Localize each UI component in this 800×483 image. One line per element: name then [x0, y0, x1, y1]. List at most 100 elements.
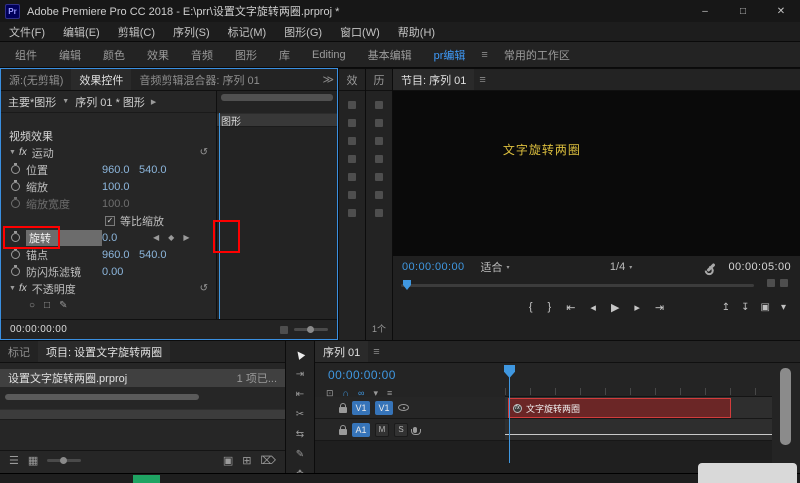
list-view-button[interactable]: ☰ — [9, 454, 19, 467]
tab-audio-clip-mixer[interactable]: 音频剪辑混合器: 序列 01 — [131, 69, 267, 90]
strip-icon[interactable] — [375, 155, 383, 163]
lock-icon[interactable] — [339, 402, 347, 413]
program-current-timecode[interactable]: 00:00:00:00 — [402, 261, 465, 273]
chevron-right-icon[interactable]: ▶ — [151, 98, 156, 106]
program-scrubber[interactable] — [401, 280, 754, 290]
strip-icon[interactable] — [348, 101, 356, 109]
step-back-button[interactable]: ◂ — [590, 301, 596, 314]
strip-icon[interactable] — [348, 191, 356, 199]
tab-sequence[interactable]: 序列 01 — [315, 341, 369, 362]
mark-in-button[interactable]: { — [529, 301, 533, 313]
rotation-value[interactable]: 0.0 — [102, 232, 139, 244]
reset-icon[interactable]: ↺ — [200, 147, 208, 158]
a1-target-badge[interactable]: A1 — [352, 422, 370, 437]
tab-program-monitor[interactable]: 节目: 序列 01 — [393, 69, 475, 90]
workspace-color[interactable]: 颜色 — [92, 47, 136, 63]
track-select-tool[interactable]: ⇥ — [296, 369, 304, 380]
playback-resolution-dropdown[interactable]: 1/4 ▾ — [610, 261, 632, 273]
play-button[interactable]: ▶ — [611, 301, 619, 314]
workspace-pr-edit-active[interactable]: pr编辑 — [423, 47, 477, 63]
strip-icon[interactable] — [375, 119, 383, 127]
pen-tool[interactable]: ✎ — [296, 449, 304, 460]
master-clip-label[interactable]: 主要*图形 — [8, 94, 56, 110]
panel-menu-icon[interactable]: ≡ — [474, 69, 490, 90]
effect-controls-mini-timeline[interactable]: 图形 — [216, 91, 337, 319]
time-ruler[interactable] — [505, 363, 772, 397]
project-item-name[interactable]: 设置文字旋转两圈.prproj — [8, 370, 127, 386]
menu-markers[interactable]: 标记(M) — [219, 24, 276, 40]
panel-menu-icon[interactable]: ≡ — [368, 341, 384, 362]
ripple-edit-tool[interactable]: ⇤ — [296, 389, 304, 400]
new-item-button[interactable]: ⊞ — [242, 454, 251, 467]
opacity-label[interactable]: 不透明度 — [32, 281, 76, 297]
menu-help[interactable]: 帮助(H) — [389, 24, 444, 40]
scrubber-button[interactable] — [780, 279, 788, 287]
menu-graphics[interactable]: 图形(G) — [275, 24, 331, 40]
zoom-fit-dropdown[interactable]: 适合 ▾ — [481, 259, 510, 275]
position-y-value[interactable]: 540.0 — [139, 164, 176, 176]
settings-wrench-icon[interactable] — [706, 262, 717, 272]
icon-view-button[interactable]: ▦ — [28, 454, 38, 467]
go-to-in-button[interactable]: ⇤ — [566, 301, 575, 314]
sequence-clip-label[interactable]: 序列 01 * 图形 — [75, 94, 145, 110]
strip-icon[interactable] — [375, 101, 383, 109]
previous-keyframe-icon[interactable]: ◀ — [153, 233, 159, 242]
workspace-graphics[interactable]: 图形 — [224, 47, 268, 63]
menu-file[interactable]: 文件(F) — [0, 24, 54, 40]
workspace-libraries[interactable]: 库 — [268, 47, 301, 63]
delete-button[interactable]: ⌦ — [260, 454, 276, 467]
eye-icon[interactable] — [398, 404, 409, 411]
v1-target-badge[interactable]: V1 — [375, 400, 393, 415]
workspace-effects[interactable]: 效果 — [136, 47, 180, 63]
timeline-clip[interactable]: fx 文字旋转两圈 — [508, 398, 731, 418]
anchor-stopwatch-icon[interactable] — [11, 248, 20, 259]
solo-button[interactable]: S — [394, 422, 408, 437]
strip-icon[interactable] — [375, 137, 383, 145]
maximize-button[interactable]: □ — [724, 0, 762, 22]
workspace-assembly[interactable]: 组件 — [4, 47, 48, 63]
mark-out-button[interactable]: } — [548, 301, 552, 313]
export-frame-button[interactable]: ▣ — [761, 302, 770, 313]
rect-mask-icon[interactable]: □ — [44, 300, 50, 311]
menu-clip[interactable]: 剪辑(C) — [109, 24, 164, 40]
strip-icon[interactable] — [375, 209, 383, 217]
workspace-basic-edit[interactable]: 基本编辑 — [357, 47, 423, 63]
workspace-menu-icon[interactable]: ≡ — [476, 49, 492, 61]
minimize-button[interactable]: – — [686, 0, 724, 22]
antiflicker-stopwatch-icon[interactable] — [11, 265, 20, 276]
lock-icon[interactable] — [339, 424, 347, 435]
scale-value[interactable]: 100.0 — [102, 181, 139, 193]
taskbar-app-icon[interactable] — [133, 475, 160, 483]
menu-window[interactable]: 窗口(W) — [331, 24, 389, 40]
horizontal-scrollbar[interactable] — [5, 394, 199, 400]
effect-controls-timecode[interactable]: 00:00:00:00 — [10, 324, 67, 335]
new-bin-button[interactable]: ▣ — [223, 454, 233, 467]
mute-button[interactable]: M — [375, 422, 389, 437]
scrubber-button[interactable] — [767, 279, 775, 287]
timeline-timecode[interactable]: 00:00:00:00 — [328, 368, 396, 382]
strip-icon[interactable] — [375, 173, 383, 181]
chevron-down-icon[interactable]: ▼ — [62, 98, 69, 105]
tab-markers[interactable]: 标记 — [0, 341, 38, 362]
collapse-icon[interactable]: ▼ — [9, 149, 16, 156]
anchor-y-value[interactable]: 540.0 — [139, 249, 176, 261]
reset-icon[interactable]: ↺ — [200, 283, 208, 294]
v1-source-patch-badge[interactable]: V1 — [352, 400, 370, 415]
thumbnail-zoom-slider[interactable] — [47, 457, 82, 464]
uniform-scale-checkbox[interactable]: ✓ — [105, 215, 115, 226]
mini-timeline-playhead[interactable] — [219, 113, 220, 319]
step-forward-button[interactable]: ▸ — [634, 301, 640, 314]
workspace-editing[interactable]: 编辑 — [48, 47, 92, 63]
history-strip-header[interactable]: 历 — [366, 69, 392, 91]
menu-sequence[interactable]: 序列(S) — [164, 24, 219, 40]
scale-stopwatch-icon[interactable] — [11, 180, 20, 191]
add-keyframe-icon[interactable]: ◆ — [168, 233, 174, 242]
strip-icon[interactable] — [348, 173, 356, 181]
strip-icon[interactable] — [348, 119, 356, 127]
effects-strip-header[interactable]: 效 — [339, 69, 365, 91]
zoom-slider[interactable] — [294, 326, 328, 333]
strip-icon[interactable] — [375, 191, 383, 199]
zoom-out-icon[interactable] — [280, 325, 288, 334]
program-monitor-view[interactable]: 文字旋转两圈 — [393, 91, 800, 256]
strip-icon[interactable] — [348, 155, 356, 163]
